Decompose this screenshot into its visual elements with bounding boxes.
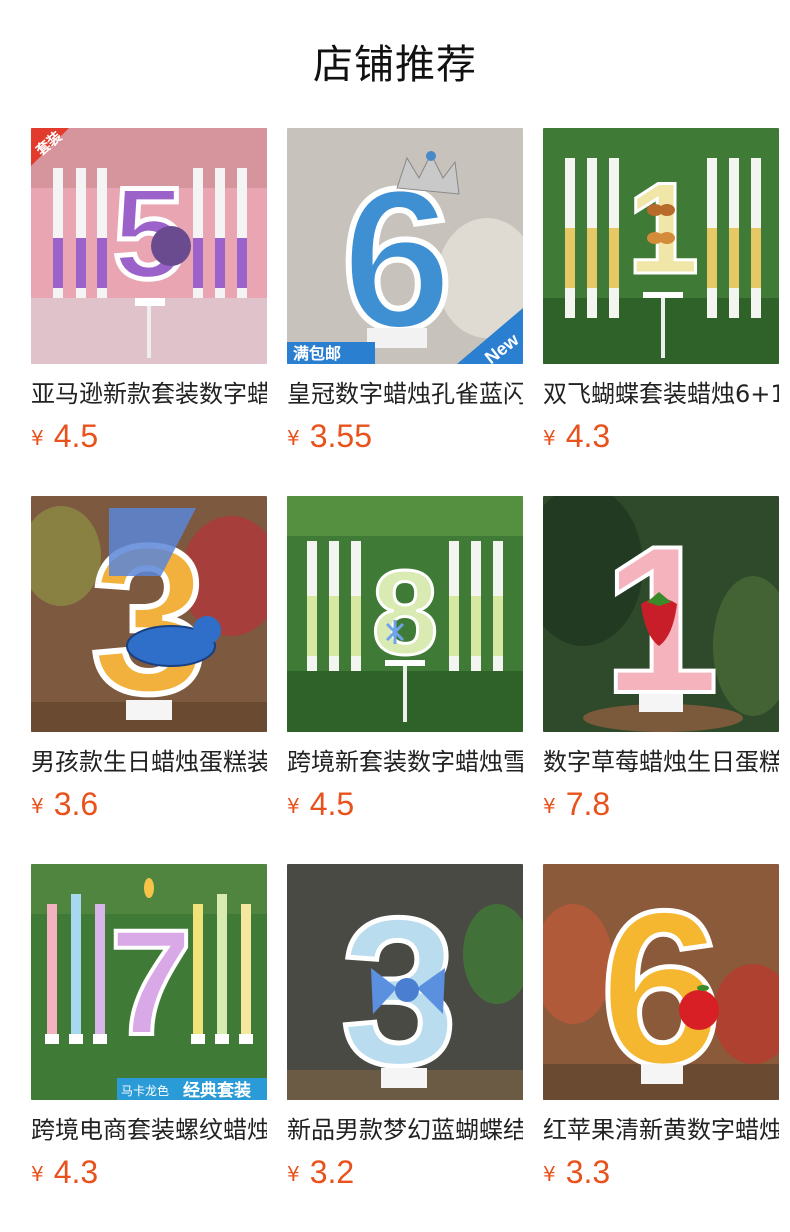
product-price: ¥3.2: [287, 1154, 354, 1194]
numeral-candle: 8: [372, 546, 439, 680]
numeral-candle: 1: [627, 155, 699, 301]
shipping-badge: 满包邮: [293, 344, 341, 363]
product-card[interactable]: 7 马卡龙色 经典套装 跨境电商套装螺纹蜡烛 ¥4.3: [31, 864, 267, 1194]
product-price: ¥3.6: [31, 786, 98, 826]
numeral-candle: 7: [109, 898, 192, 1066]
color-badge: 马卡龙色: [121, 1084, 169, 1098]
currency-symbol: ¥: [543, 1162, 556, 1186]
currency-symbol: ¥: [31, 794, 44, 818]
product-price: ¥7.8: [543, 786, 610, 826]
price-value: 4.3: [565, 418, 611, 454]
product-price: ¥4.5: [287, 786, 354, 826]
currency-symbol: ¥: [31, 1162, 44, 1186]
product-name: 红苹果清新黄数字蜡烛: [543, 1116, 779, 1144]
currency-symbol: ¥: [287, 1162, 300, 1186]
product-card[interactable]: 3 男孩款生日蜡烛蛋糕装饰 ¥3.6: [31, 496, 267, 826]
price-value: 4.5: [53, 418, 99, 454]
product-image[interactable]: 1: [543, 128, 779, 364]
product-card[interactable]: 1 双飞蝴蝶套装蜡烛6+1 ¥4.3: [543, 128, 779, 458]
product-price: ¥3.55: [287, 418, 372, 458]
product-name: 跨境电商套装螺纹蜡烛: [31, 1116, 267, 1144]
product-card[interactable]: 6 满包邮 New 皇冠数字蜡烛孔雀蓝闪粉 ¥3.55: [287, 128, 523, 458]
price-value: 3.6: [53, 786, 99, 822]
price-value: 4.3: [53, 1154, 99, 1190]
price-value: 3.2: [309, 1154, 355, 1190]
currency-symbol: ¥: [543, 794, 556, 818]
product-name: 跨境新套装数字蜡烛雪花: [287, 748, 523, 776]
price-value: 3.3: [565, 1154, 611, 1190]
price-value: 4.5: [309, 786, 355, 822]
currency-symbol: ¥: [543, 426, 556, 450]
price-value: 3.55: [309, 418, 373, 454]
product-name: 男孩款生日蜡烛蛋糕装饰: [31, 748, 267, 776]
product-image[interactable]: 8: [287, 496, 523, 732]
product-price: ¥4.3: [31, 1154, 98, 1194]
set-badge: 经典套装: [183, 1080, 251, 1100]
product-name: 数字草莓蜡烛生日蛋糕: [543, 748, 779, 776]
product-image[interactable]: 7 马卡龙色 经典套装: [31, 864, 267, 1100]
product-name: 皇冠数字蜡烛孔雀蓝闪粉: [287, 380, 523, 408]
currency-symbol: ¥: [287, 794, 300, 818]
candle-flame-icon: [144, 878, 154, 898]
product-card[interactable]: 3 新品男款梦幻蓝蝴蝶结 ¥3.2: [287, 864, 523, 1194]
product-name: 新品男款梦幻蓝蝴蝶结: [287, 1116, 523, 1144]
product-price: ¥4.3: [543, 418, 610, 458]
page-title: 店铺推荐: [313, 42, 477, 88]
product-card[interactable]: 6 红苹果清新黄数字蜡烛 ¥3.3: [543, 864, 779, 1194]
product-image[interactable]: 1: [543, 496, 779, 732]
product-name: 亚马逊新款套装数字蜡烛: [31, 380, 267, 408]
product-price: ¥3.3: [543, 1154, 610, 1194]
cartoon-figure-icon: [151, 226, 191, 266]
product-price: ¥4.5: [31, 418, 98, 458]
product-card[interactable]: 5 套装 亚马逊新款套装数字蜡烛 ¥4.5: [31, 128, 267, 458]
currency-symbol: ¥: [31, 426, 44, 450]
product-name: 双飞蝴蝶套装蜡烛6+1: [543, 380, 779, 408]
price-value: 7.8: [565, 786, 611, 822]
product-image[interactable]: 6 满包邮 New: [287, 128, 523, 364]
currency-symbol: ¥: [287, 426, 300, 450]
product-image[interactable]: 5 套装: [31, 128, 267, 364]
product-image[interactable]: 3: [31, 496, 267, 732]
product-image[interactable]: 6: [543, 864, 779, 1100]
product-card[interactable]: 1 数字草莓蜡烛生日蛋糕 ¥7.8: [543, 496, 779, 826]
product-card[interactable]: 8 跨境新套装数字蜡烛雪花 ¥4.5: [287, 496, 523, 826]
product-image[interactable]: 3: [287, 864, 523, 1100]
